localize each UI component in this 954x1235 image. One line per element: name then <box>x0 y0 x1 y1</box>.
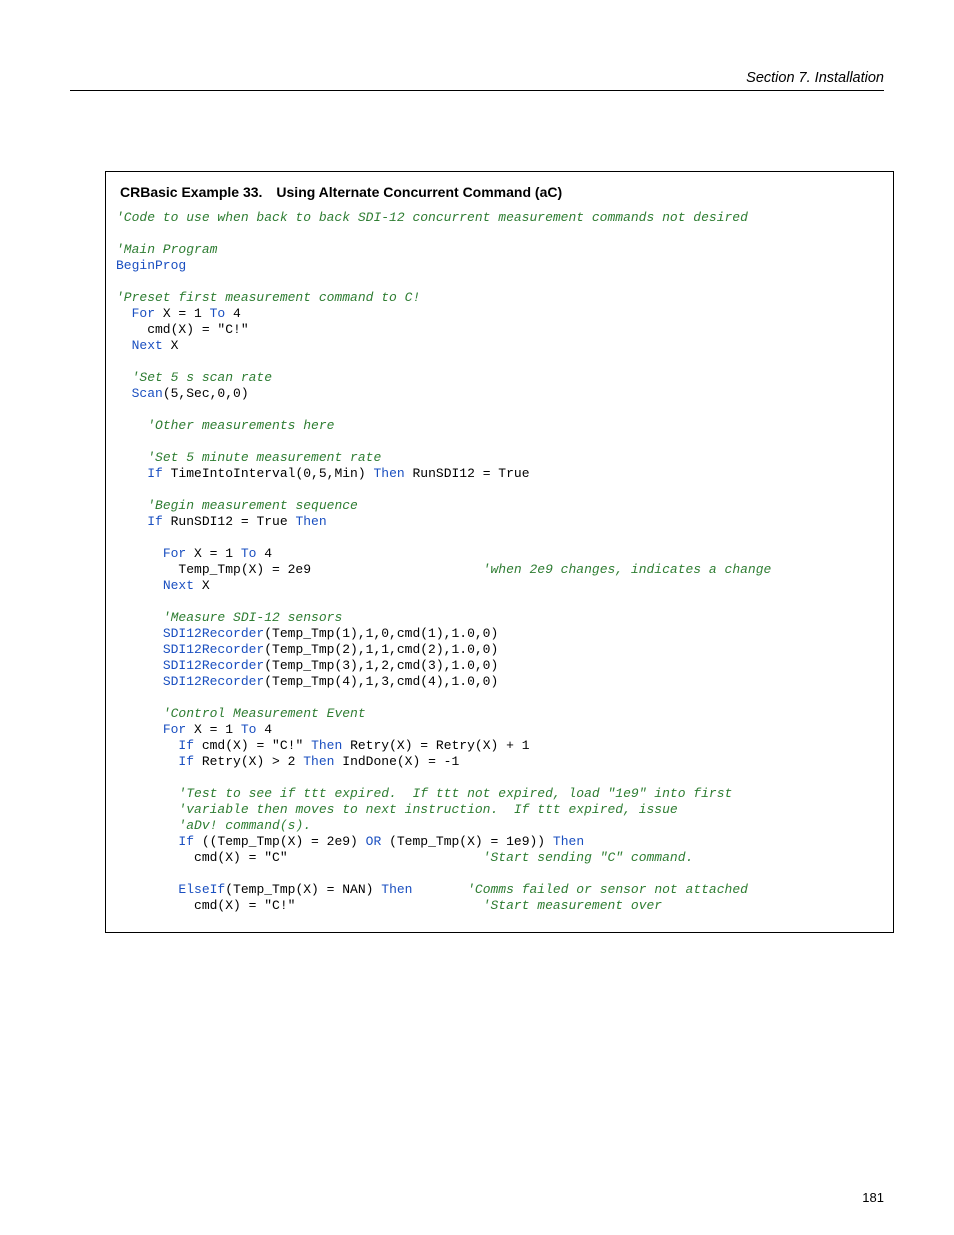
code-text: cmd(X) = "C!" <box>116 322 249 337</box>
keyword: SDI12Recorder <box>163 642 264 657</box>
keyword: OR <box>366 834 382 849</box>
code-text: RunSDI12 = True <box>163 514 296 529</box>
code-text: (Temp_Tmp(4),1,3,cmd(4),1.0,0) <box>264 674 498 689</box>
example-name: Using Alternate Concurrent Command (aC) <box>276 184 562 200</box>
code-listing: 'Code to use when back to back SDI-12 co… <box>116 210 883 914</box>
code-text: RunSDI12 = True <box>405 466 530 481</box>
code-text: cmd(X) = "C!" <box>194 738 311 753</box>
code-text: 4 <box>256 722 272 737</box>
keyword: If <box>147 514 163 529</box>
keyword: To <box>241 722 257 737</box>
comment: 'Code to use when back to back SDI-12 co… <box>116 210 748 225</box>
keyword: If <box>178 754 194 769</box>
code-text: (Temp_Tmp(X) = NAN) <box>225 882 381 897</box>
keyword: Next <box>163 578 194 593</box>
keyword: Then <box>311 738 342 753</box>
keyword: Then <box>303 754 334 769</box>
keyword: If <box>178 834 194 849</box>
example-label: CRBasic Example 33. <box>120 184 262 200</box>
code-example-box: CRBasic Example 33. Using Alternate Concu… <box>105 171 894 933</box>
code-text <box>412 882 467 897</box>
code-text: TimeIntoInterval(0,5,Min) <box>163 466 374 481</box>
comment: 'Measure SDI-12 sensors <box>163 610 342 625</box>
code-text: (Temp_Tmp(3),1,2,cmd(3),1.0,0) <box>264 658 498 673</box>
keyword: For <box>132 306 155 321</box>
keyword: Scan <box>132 386 163 401</box>
code-text: (Temp_Tmp(X) = 1e9)) <box>381 834 553 849</box>
keyword: To <box>241 546 257 561</box>
code-text: X <box>194 578 210 593</box>
comment: 'Begin measurement sequence <box>147 498 358 513</box>
code-text: ((Temp_Tmp(X) = 2e9) <box>194 834 366 849</box>
code-text: X = 1 <box>155 306 210 321</box>
comment: 'when 2e9 changes, indicates a change <box>483 562 772 577</box>
keyword: SDI12Recorder <box>163 658 264 673</box>
code-text: X <box>163 338 179 353</box>
code-text: 4 <box>256 546 272 561</box>
comment: 'Preset first measurement command to C! <box>116 290 420 305</box>
keyword: To <box>210 306 226 321</box>
code-text: (Temp_Tmp(1),1,0,cmd(1),1.0,0) <box>264 626 498 641</box>
keyword: Then <box>553 834 584 849</box>
code-text: Retry(X) > 2 <box>194 754 303 769</box>
code-text: cmd(X) = "C" <box>116 850 483 865</box>
keyword: If <box>178 738 194 753</box>
comment: 'Control Measurement Event <box>163 706 366 721</box>
keyword: For <box>163 722 186 737</box>
code-text: cmd(X) = "C!" <box>116 898 483 913</box>
comment: 'variable then moves to next instruction… <box>178 802 677 817</box>
keyword: SDI12Recorder <box>163 674 264 689</box>
code-text: IndDone(X) = -1 <box>334 754 459 769</box>
keyword: BeginProg <box>116 258 186 273</box>
code-text: 4 <box>225 306 241 321</box>
code-text: Retry(X) = Retry(X) + 1 <box>342 738 529 753</box>
code-text: X = 1 <box>186 722 241 737</box>
comment: 'Test to see if ttt expired. If ttt not … <box>178 786 732 801</box>
comment: 'Comms failed or sensor not attached <box>467 882 748 897</box>
running-head: Section 7. Installation <box>70 70 884 91</box>
code-text: (5,Sec,0,0) <box>163 386 249 401</box>
keyword: SDI12Recorder <box>163 626 264 641</box>
comment: 'Other measurements here <box>147 418 334 433</box>
keyword: Then <box>373 466 404 481</box>
comment: 'Set 5 s scan rate <box>132 370 272 385</box>
page: Section 7. Installation CRBasic Example … <box>0 0 954 1235</box>
comment: 'Set 5 minute measurement rate <box>147 450 381 465</box>
comment: 'Main Program <box>116 242 217 257</box>
page-number: 181 <box>862 1190 884 1205</box>
code-text: X = 1 <box>186 546 241 561</box>
comment: 'aDv! command(s). <box>178 818 311 833</box>
comment: 'Start sending "C" command. <box>483 850 694 865</box>
keyword: For <box>163 546 186 561</box>
keyword: Then <box>381 882 412 897</box>
code-text: (Temp_Tmp(2),1,1,cmd(2),1.0,0) <box>264 642 498 657</box>
keyword: ElseIf <box>178 882 225 897</box>
comment: 'Start measurement over <box>483 898 662 913</box>
keyword: If <box>147 466 163 481</box>
code-text: Temp_Tmp(X) = 2e9 <box>116 562 483 577</box>
keyword: Then <box>295 514 326 529</box>
example-title: CRBasic Example 33. Using Alternate Concu… <box>120 184 883 200</box>
keyword: Next <box>132 338 163 353</box>
